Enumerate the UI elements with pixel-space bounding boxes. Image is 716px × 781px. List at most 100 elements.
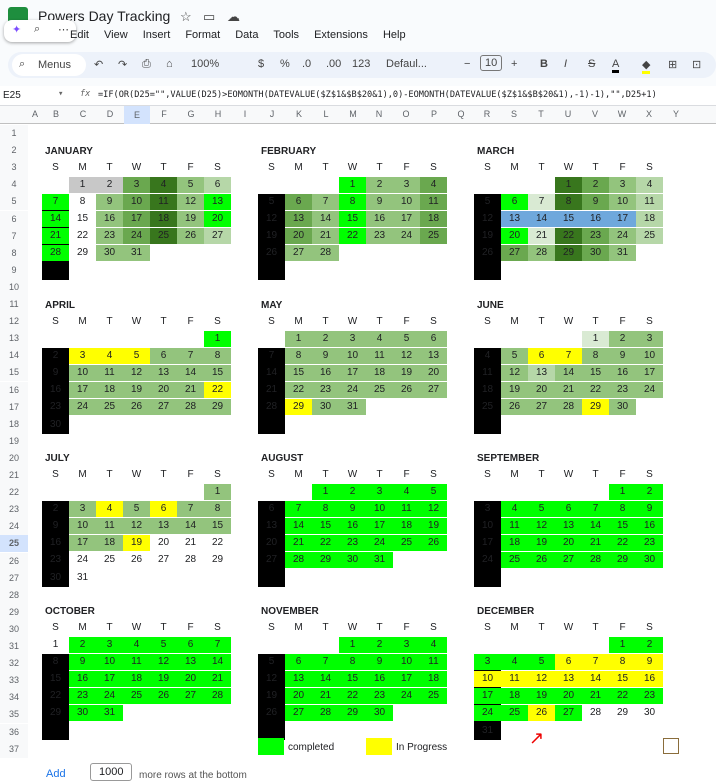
day-cell[interactable]: 13 [528,365,555,382]
day-cell[interactable]: 13 [555,671,582,688]
menu-tools[interactable]: Tools [273,29,299,41]
column-header[interactable]: O [392,109,420,119]
day-cell[interactable]: 11 [636,194,663,211]
column-header[interactable]: G [178,109,204,119]
day-cell[interactable]: 19 [123,535,150,552]
day-cell[interactable]: 28 [582,552,609,569]
column-header[interactable]: J [258,109,286,119]
day-cell[interactable]: 5 [528,654,555,671]
day-cell[interactable]: 11 [123,654,150,671]
day-cell[interactable]: 21 [582,535,609,552]
row-header[interactable]: 14 [0,347,28,365]
gemini-chip[interactable]: ✦ ⌕ ⋯ [4,20,76,42]
day-cell[interactable]: 19 [528,688,555,705]
day-cell[interactable]: 5 [123,348,150,365]
bold-button[interactable]: B [540,58,548,70]
day-cell[interactable]: 14 [42,211,69,228]
day-cell[interactable]: 18 [474,382,501,398]
font-size-input[interactable]: 10 [480,55,503,71]
row-header[interactable]: 36 [0,723,28,741]
day-cell[interactable]: 20 [501,228,528,245]
day-cell[interactable]: 14 [582,671,609,688]
day-cell[interactable]: 21 [312,228,339,245]
column-header[interactable]: B [42,109,70,119]
day-cell[interactable]: 6 [555,654,582,671]
day-cell[interactable]: 30 [582,245,609,262]
day-cell[interactable]: 27 [204,228,231,245]
day-cell[interactable]: 13 [501,211,528,228]
day-cell[interactable]: 11 [501,518,528,535]
menu-view[interactable]: View [104,29,128,41]
column-header[interactable]: H [204,109,232,119]
day-cell[interactable]: 28 [258,399,285,415]
day-cell[interactable]: 2 [339,484,366,500]
day-cell[interactable]: 9 [636,654,663,671]
day-cell[interactable]: 24 [393,228,420,245]
day-cell[interactable]: 8 [339,654,366,671]
day-cell[interactable]: 27 [150,552,177,568]
day-cell[interactable]: 19 [420,518,447,535]
day-cell[interactable]: 10 [609,194,636,211]
day-cell[interactable]: 20 [204,211,231,228]
column-header[interactable]: D [96,109,124,119]
day-cell[interactable]: 16 [42,382,69,398]
decrease-font-icon[interactable]: − [464,58,470,70]
day-cell[interactable]: 4 [393,484,420,500]
number-format-button[interactable]: 123 [352,58,370,70]
day-cell[interactable]: 8 [69,194,96,210]
day-cell[interactable]: 9 [609,348,636,365]
row-header[interactable]: 8 [0,244,28,262]
row-header[interactable]: 3 [0,159,28,177]
day-cell[interactable]: 30 [96,245,123,262]
day-cell[interactable]: 2 [312,331,339,347]
star-icon[interactable]: ☆ [180,9,192,25]
day-cell[interactable]: 8 [204,501,231,518]
merge-icon[interactable]: ⊡ [692,58,701,71]
day-cell[interactable]: 15 [555,211,582,228]
day-cell[interactable]: 17 [474,535,501,551]
day-cell[interactable]: 25 [420,688,447,705]
day-cell[interactable]: 4 [501,654,528,671]
row-header[interactable]: 17 [0,398,28,416]
day-cell[interactable]: 2 [582,177,609,193]
day-cell[interactable]: 12 [150,654,177,671]
day-cell[interactable]: 14 [312,211,339,228]
day-cell[interactable]: 28 [582,705,609,721]
day-cell[interactable]: 16 [312,365,339,382]
day-cell[interactable]: 19 [393,365,420,382]
day-cell[interactable]: 26 [393,382,420,399]
day-cell[interactable]: 4 [420,177,447,193]
day-cell[interactable]: 6 [150,348,177,365]
text-color-button[interactable]: A [612,58,620,73]
day-cell[interactable]: 11 [393,501,420,518]
day-cell[interactable]: 17 [636,365,663,382]
row-header[interactable]: 26 [0,552,28,570]
formula-input[interactable]: =IF(OR(D25="",VALUE(D25)>EOMONTH(DATEVAL… [98,90,657,100]
day-cell[interactable]: 9 [366,194,393,211]
day-cell[interactable]: 9 [636,501,663,518]
day-cell[interactable]: 23 [609,382,636,399]
increase-decimal-button[interactable]: .00 [326,58,341,70]
day-cell[interactable]: 17 [609,211,636,228]
menu-edit[interactable]: Edit [70,29,89,41]
day-cell[interactable]: 3 [393,177,420,193]
row-header[interactable]: 25 [0,535,28,553]
day-cell[interactable]: 9 [582,194,609,211]
row-header[interactable]: 27 [0,569,28,587]
day-cell[interactable]: 17 [393,211,420,228]
day-cell[interactable]: 13 [150,518,177,535]
day-cell[interactable]: 24 [339,382,366,399]
day-cell[interactable]: 25 [150,228,177,245]
day-cell[interactable]: 12 [528,518,555,535]
day-cell[interactable]: 29 [204,552,231,568]
day-cell[interactable]: 6 [285,654,312,671]
day-cell[interactable]: 2 [636,484,663,500]
row-header[interactable]: 18 [0,415,28,433]
day-cell[interactable]: 11 [420,654,447,671]
day-cell[interactable]: 13 [420,348,447,365]
day-cell[interactable]: 20 [420,365,447,382]
day-cell[interactable]: 15 [312,518,339,535]
day-cell[interactable]: 21 [312,688,339,705]
day-cell[interactable]: 6 [204,177,231,193]
day-cell[interactable]: 10 [366,501,393,518]
